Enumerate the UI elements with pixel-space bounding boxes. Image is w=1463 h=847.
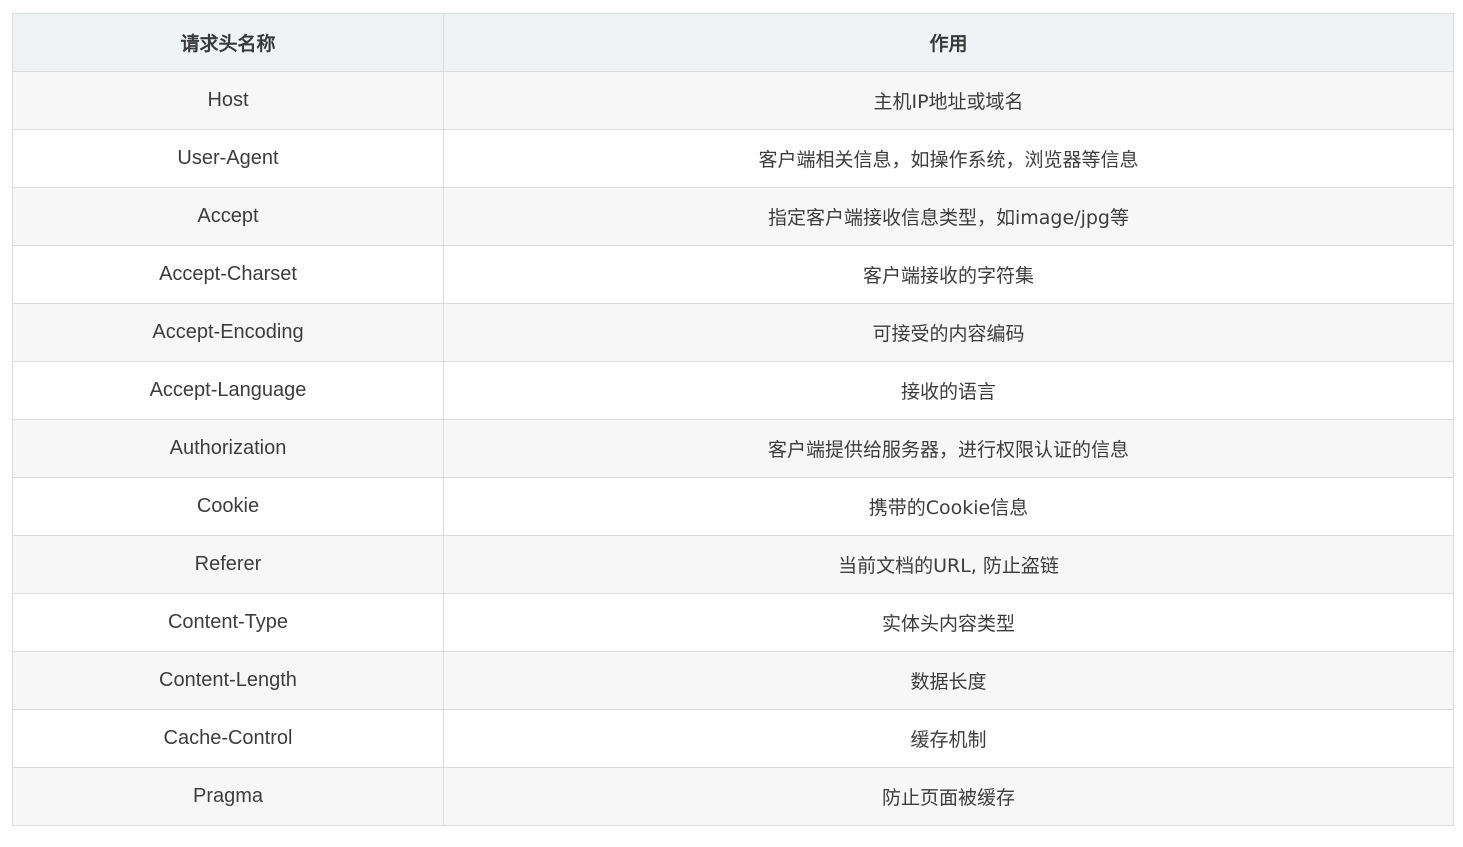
header-purpose-cell: 指定客户端接收信息类型，如image/jpg等: [443, 187, 1454, 246]
header-purpose-cell: 接收的语言: [443, 361, 1454, 420]
header-name-cell: User-Agent: [12, 129, 444, 188]
table-row: Content-Length 数据长度: [12, 651, 1454, 710]
column-header-name: 请求头名称: [12, 13, 444, 72]
header-purpose-cell: 携带的Cookie信息: [443, 477, 1454, 536]
header-name-cell: Accept: [12, 187, 444, 246]
header-name-cell: Accept-Charset: [12, 245, 444, 304]
table-row: Referer 当前文档的URL, 防止盗链: [12, 535, 1454, 594]
header-purpose-cell: 客户端接收的字符集: [443, 245, 1454, 304]
header-purpose-cell: 实体头内容类型: [443, 593, 1454, 652]
table-row: Pragma 防止页面被缓存: [12, 767, 1454, 826]
header-name-cell: Content-Length: [12, 651, 444, 710]
table-header-row: 请求头名称 作用: [12, 13, 1454, 72]
table-row: Accept-Encoding 可接受的内容编码: [12, 303, 1454, 362]
column-header-purpose: 作用: [443, 13, 1454, 72]
table-row: Cookie 携带的Cookie信息: [12, 477, 1454, 536]
header-name-cell: Accept-Language: [12, 361, 444, 420]
header-purpose-cell: 当前文档的URL, 防止盗链: [443, 535, 1454, 594]
header-name-cell: Cookie: [12, 477, 444, 536]
header-purpose-cell: 缓存机制: [443, 709, 1454, 768]
table-row: Authorization 客户端提供给服务器，进行权限认证的信息: [12, 419, 1454, 478]
header-name-cell: Authorization: [12, 419, 444, 478]
header-name-cell: Referer: [12, 535, 444, 594]
table-row: Content-Type 实体头内容类型: [12, 593, 1454, 652]
table-row: Accept 指定客户端接收信息类型，如image/jpg等: [12, 187, 1454, 246]
header-purpose-cell: 客户端提供给服务器，进行权限认证的信息: [443, 419, 1454, 478]
request-headers-table-container: 请求头名称 作用 Host 主机IP地址或域名 User-Agent 客户端相关…: [12, 13, 1454, 826]
header-purpose-cell: 防止页面被缓存: [443, 767, 1454, 826]
header-name-cell: Cache-Control: [12, 709, 444, 768]
table-row: Host 主机IP地址或域名: [12, 71, 1454, 130]
table-body: Host 主机IP地址或域名 User-Agent 客户端相关信息，如操作系统，…: [12, 71, 1454, 826]
header-name-cell: Accept-Encoding: [12, 303, 444, 362]
request-headers-table: 请求头名称 作用 Host 主机IP地址或域名 User-Agent 客户端相关…: [12, 13, 1454, 826]
header-name-cell: Pragma: [12, 767, 444, 826]
header-purpose-cell: 主机IP地址或域名: [443, 71, 1454, 130]
table-row: Accept-Language 接收的语言: [12, 361, 1454, 420]
header-purpose-cell: 可接受的内容编码: [443, 303, 1454, 362]
header-name-cell: Content-Type: [12, 593, 444, 652]
table-header: 请求头名称 作用: [12, 13, 1454, 72]
table-row: Accept-Charset 客户端接收的字符集: [12, 245, 1454, 304]
header-purpose-cell: 数据长度: [443, 651, 1454, 710]
table-row: Cache-Control 缓存机制: [12, 709, 1454, 768]
table-row: User-Agent 客户端相关信息，如操作系统，浏览器等信息: [12, 129, 1454, 188]
header-name-cell: Host: [12, 71, 444, 130]
header-purpose-cell: 客户端相关信息，如操作系统，浏览器等信息: [443, 129, 1454, 188]
